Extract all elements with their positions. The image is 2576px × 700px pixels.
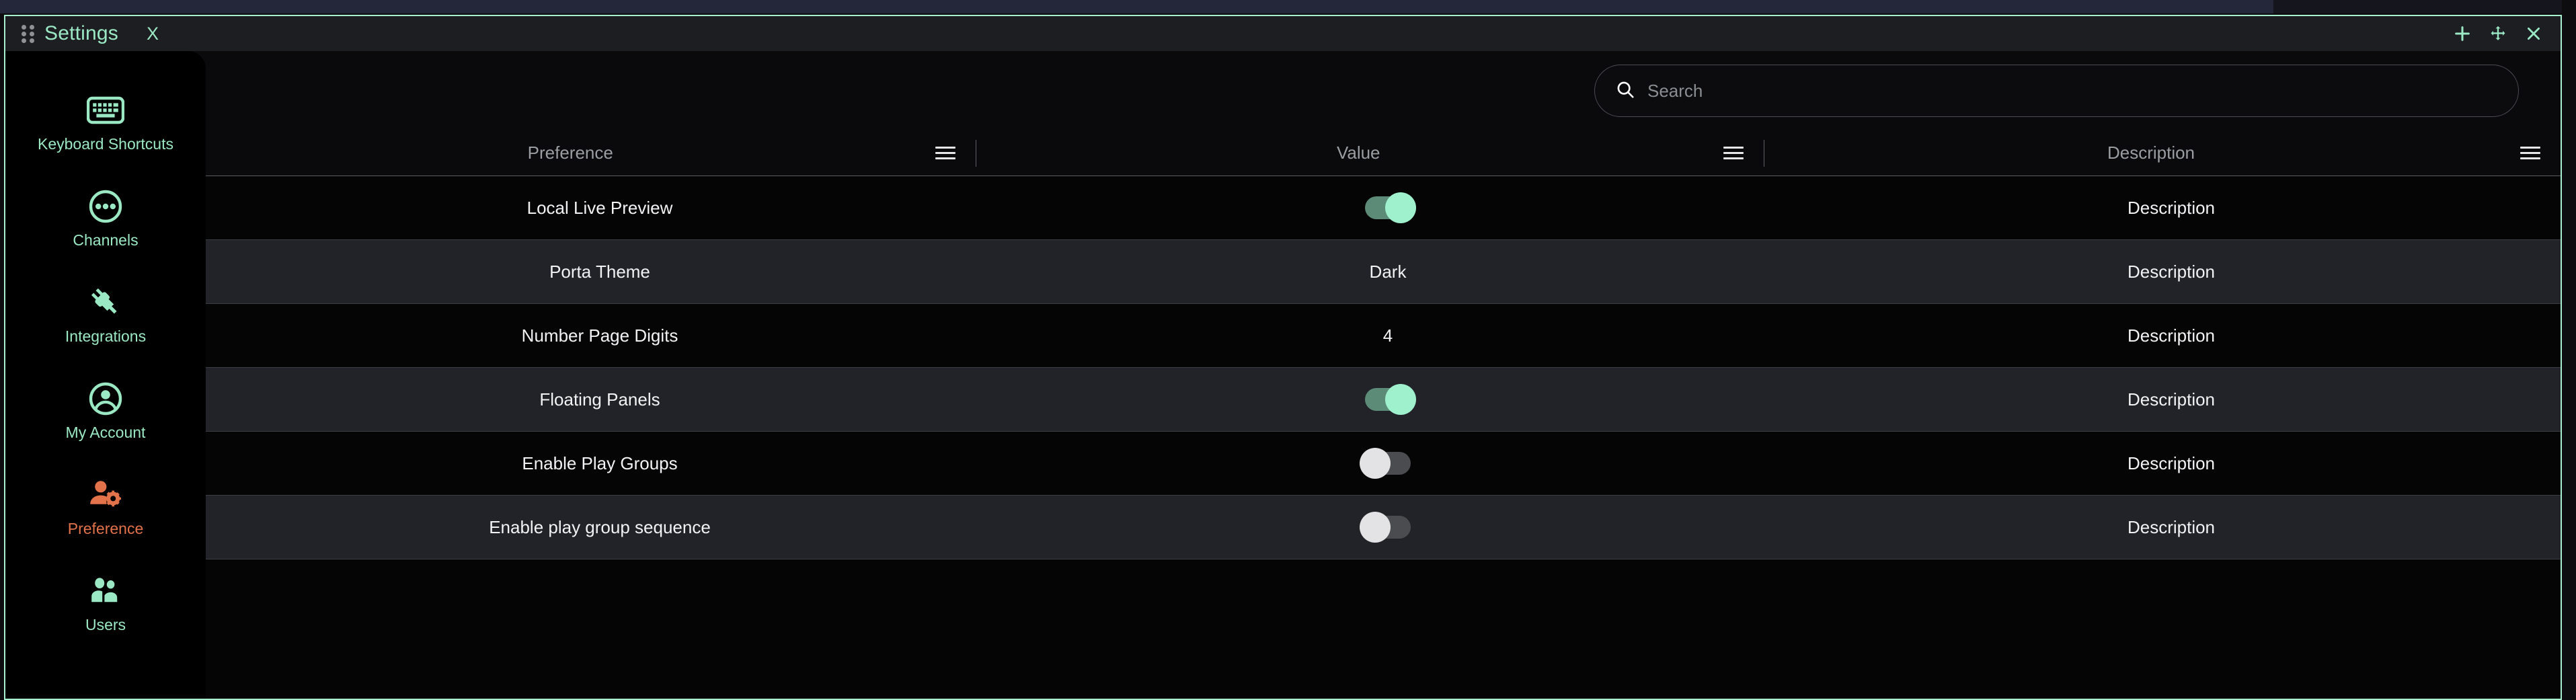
- sidebar-item-my-account[interactable]: My Account: [5, 361, 206, 457]
- drag-dots-icon[interactable]: [22, 24, 36, 43]
- channels-dots-circle-icon: [88, 186, 123, 227]
- column-header-description[interactable]: Description: [1782, 130, 2561, 176]
- cell-value[interactable]: Dark: [994, 240, 1782, 303]
- cell-preference: Number Page Digits: [521, 325, 678, 346]
- toggle-enable-play-group-sequence[interactable]: [1360, 512, 1411, 543]
- column-header-label: Preference: [527, 143, 613, 163]
- cell-preference: Enable Play Groups: [522, 453, 678, 473]
- column-header-value[interactable]: Value: [994, 130, 1782, 176]
- toggle-local-live-preview[interactable]: [1365, 192, 1416, 223]
- search-input[interactable]: [1647, 80, 2498, 102]
- table-row[interactable]: Enable play group sequence Description: [206, 496, 2561, 559]
- sidebar-item-label: Channels: [73, 231, 139, 249]
- sidebar-item-label: Users: [85, 615, 126, 633]
- sidebar-item-label: Keyboard Shortcuts: [37, 134, 173, 153]
- hamburger-menu-icon[interactable]: [1723, 142, 1746, 165]
- user-circle-icon: [88, 379, 123, 419]
- value-number-page-digits[interactable]: 4: [1383, 325, 1393, 346]
- users-group-icon: [88, 571, 123, 611]
- toggle-enable-play-groups[interactable]: [1360, 448, 1411, 479]
- cell-value: [994, 176, 1782, 239]
- column-header-label: Description: [2107, 143, 2195, 163]
- column-header-preference[interactable]: Preference: [206, 130, 994, 176]
- table-header: Preference Value Description: [206, 130, 2561, 176]
- backdrop-topbar-right: [2273, 0, 2562, 13]
- cell-description: Description: [2127, 261, 2216, 282]
- keyboard-icon: [87, 90, 124, 130]
- cell-preference: Floating Panels: [539, 389, 660, 410]
- sidebar-item-label: My Account: [65, 423, 146, 441]
- table-row[interactable]: Local Live Preview Description: [206, 176, 2561, 240]
- window-controls: [2453, 16, 2543, 51]
- cell-description: Description: [2127, 389, 2216, 410]
- cell-description: Description: [2127, 197, 2216, 218]
- tab-close-label[interactable]: X: [147, 24, 159, 44]
- settings-panel: Settings X Keyboard Shortcuts Channels I…: [4, 15, 2562, 700]
- close-panel-button[interactable]: [2524, 24, 2543, 43]
- cell-value: [994, 368, 1782, 431]
- cell-preference: Enable play group sequence: [489, 516, 711, 537]
- search-icon: [1615, 79, 1635, 103]
- column-divider[interactable]: [1763, 139, 1764, 167]
- sidebar: Keyboard Shortcuts Channels Integrations…: [5, 51, 206, 699]
- hamburger-menu-icon[interactable]: [935, 142, 958, 165]
- cell-description: Description: [2127, 516, 2216, 537]
- column-header-label: Value: [1336, 143, 1380, 163]
- value-porta-theme[interactable]: Dark: [1370, 262, 1407, 282]
- cell-description: Description: [2127, 453, 2216, 473]
- cell-value: [994, 496, 1782, 559]
- backdrop-topbar: [0, 0, 2273, 13]
- add-panel-button[interactable]: [2453, 24, 2472, 43]
- sidebar-item-integrations[interactable]: Integrations: [5, 265, 206, 361]
- cell-value: [994, 432, 1782, 495]
- table-row[interactable]: Enable Play Groups Description: [206, 432, 2561, 496]
- table-row[interactable]: Number Page Digits 4 Description: [206, 304, 2561, 368]
- table-empty-space: [206, 559, 2561, 699]
- panel-body: Keyboard Shortcuts Channels Integrations…: [5, 51, 2561, 699]
- search-box[interactable]: [1594, 65, 2519, 117]
- search-row: [206, 51, 2561, 130]
- plug-icon: [88, 282, 123, 323]
- table-row[interactable]: Porta Theme Dark Description: [206, 240, 2561, 304]
- cell-preference: Porta Theme: [549, 261, 650, 282]
- sidebar-item-preference[interactable]: Preference: [5, 457, 206, 553]
- cell-value[interactable]: 4: [994, 304, 1782, 367]
- panel-titlebar: Settings X: [5, 16, 2561, 51]
- sidebar-item-keyboard-shortcuts[interactable]: Keyboard Shortcuts: [5, 73, 206, 169]
- toggle-floating-panels[interactable]: [1365, 384, 1416, 415]
- cell-description: Description: [2127, 325, 2216, 346]
- preferences-table: Preference Value Description Local Live …: [206, 130, 2561, 699]
- hamburger-menu-icon[interactable]: [2520, 142, 2543, 165]
- content-area: Preference Value Descrip: [206, 51, 2561, 699]
- move-panel-button[interactable]: [2489, 24, 2507, 43]
- user-gear-icon: [88, 475, 123, 515]
- tab-settings[interactable]: Settings: [44, 22, 118, 45]
- sidebar-item-users[interactable]: Users: [5, 553, 206, 650]
- cell-preference: Local Live Preview: [526, 197, 673, 218]
- sidebar-item-channels[interactable]: Channels: [5, 169, 206, 265]
- sidebar-item-label: Integrations: [65, 327, 147, 345]
- table-row[interactable]: Floating Panels Description: [206, 368, 2561, 432]
- sidebar-item-label: Preference: [67, 519, 144, 537]
- column-divider[interactable]: [975, 139, 976, 167]
